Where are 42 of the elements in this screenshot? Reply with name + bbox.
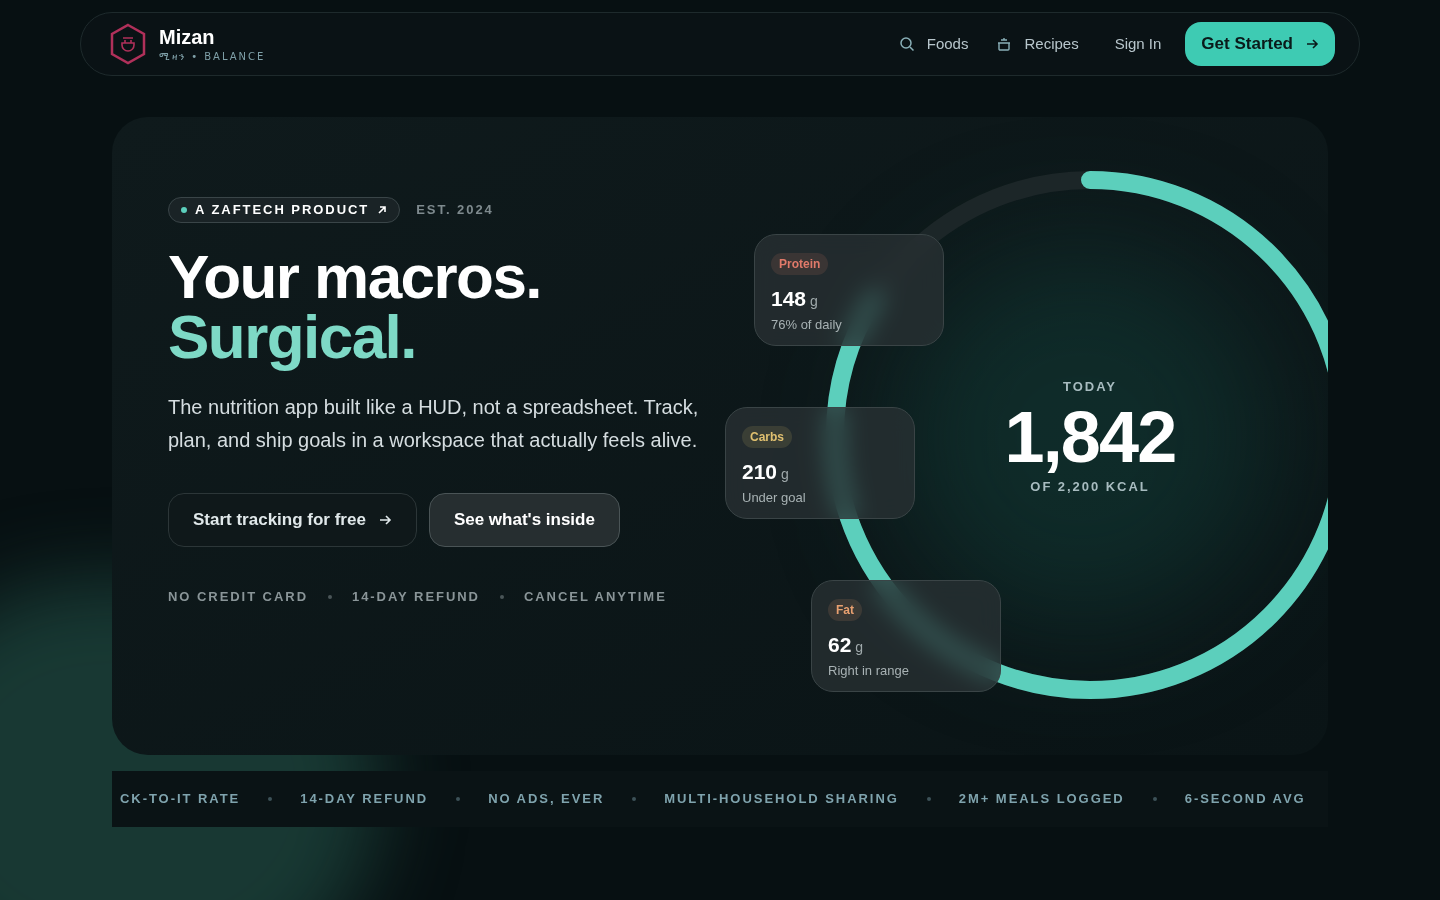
ticker-item: 6-SECOND AVG <box>1184 790 1306 809</box>
see-inside-button[interactable]: See what's inside <box>428 493 620 547</box>
macro-note: Under goal <box>742 488 807 507</box>
macro-note: 76% of daily <box>771 315 843 334</box>
pot-icon <box>996 36 1013 52</box>
macro-value: 148 <box>771 286 807 312</box>
arrow-up-right-icon <box>377 205 388 215</box>
search-icon <box>898 36 915 52</box>
sign-in-link[interactable]: Sign In <box>1114 32 1162 56</box>
calorie-goal: OF 2,200 KCAL <box>1030 477 1150 496</box>
nav-link[interactable]: Recipes <box>996 32 1079 56</box>
calorie-total: 1,842 <box>1004 396 1176 477</box>
macro-unit: g <box>810 292 818 311</box>
ticker-item: 14-DAY REFUND <box>300 790 429 809</box>
get-started-button[interactable]: Get Started <box>1185 22 1335 66</box>
perk-label: 14-DAY REFUND <box>351 588 480 606</box>
hero-description: The nutrition app built like a HUD, not a spreadsheet. Track, plan, and ship goals in a workspace that actually feels alive. <box>168 395 700 453</box>
ticker-item: NO ADS, EVER <box>488 790 605 809</box>
macro-note: Right in range <box>828 661 910 680</box>
arrow-right-icon <box>1305 37 1319 51</box>
arrow-right-icon <box>377 513 392 527</box>
macro-unit: g <box>855 638 864 657</box>
macro-value: 210 <box>742 459 778 485</box>
macro-tag: Carbs <box>742 426 792 448</box>
macro-unit: g <box>781 465 789 484</box>
macro-tag: Fat <box>828 599 862 621</box>
ticker-item: 2M+ MEALS LOGGED <box>958 790 1125 809</box>
perk-label: NO CREDIT CARD <box>168 588 308 606</box>
nav-link[interactable]: Foods <box>898 32 969 56</box>
ticker-item: CK-TO-IT RATE <box>120 790 241 809</box>
perk-label: CANCEL ANYTIME <box>523 588 667 606</box>
macro-value: 62 <box>828 632 852 658</box>
hexagon-logo-icon <box>109 23 147 65</box>
brand-tagline: ሚዛን • BALANCE <box>159 49 266 64</box>
ring-label: TODAY <box>1063 378 1117 396</box>
product-badge[interactable]: A ZAFTECH PRODUCT <box>168 197 401 223</box>
ticker-item: MULTI-HOUSEHOLD SHARING <box>664 790 899 809</box>
macro-tag: Protein <box>771 253 829 275</box>
hero-title: Your macros. <box>168 247 543 307</box>
brand-name: Mizan <box>159 24 216 49</box>
start-tracking-button[interactable]: Start tracking for free <box>168 493 417 547</box>
established-year: EST. 2024 <box>416 201 494 220</box>
